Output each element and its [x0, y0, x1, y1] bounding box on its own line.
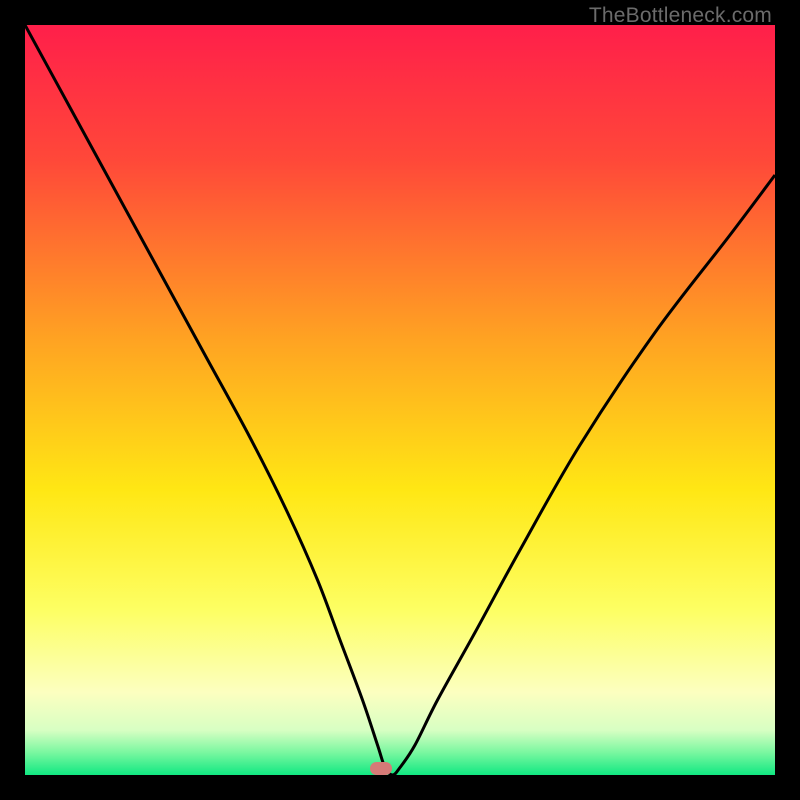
plot-area — [25, 25, 775, 775]
bottleneck-curve — [25, 25, 775, 775]
optimal-point-marker — [370, 762, 392, 775]
watermark-text: TheBottleneck.com — [589, 4, 772, 28]
outer-black-frame: TheBottleneck.com — [0, 0, 800, 800]
curve-path — [25, 25, 775, 775]
